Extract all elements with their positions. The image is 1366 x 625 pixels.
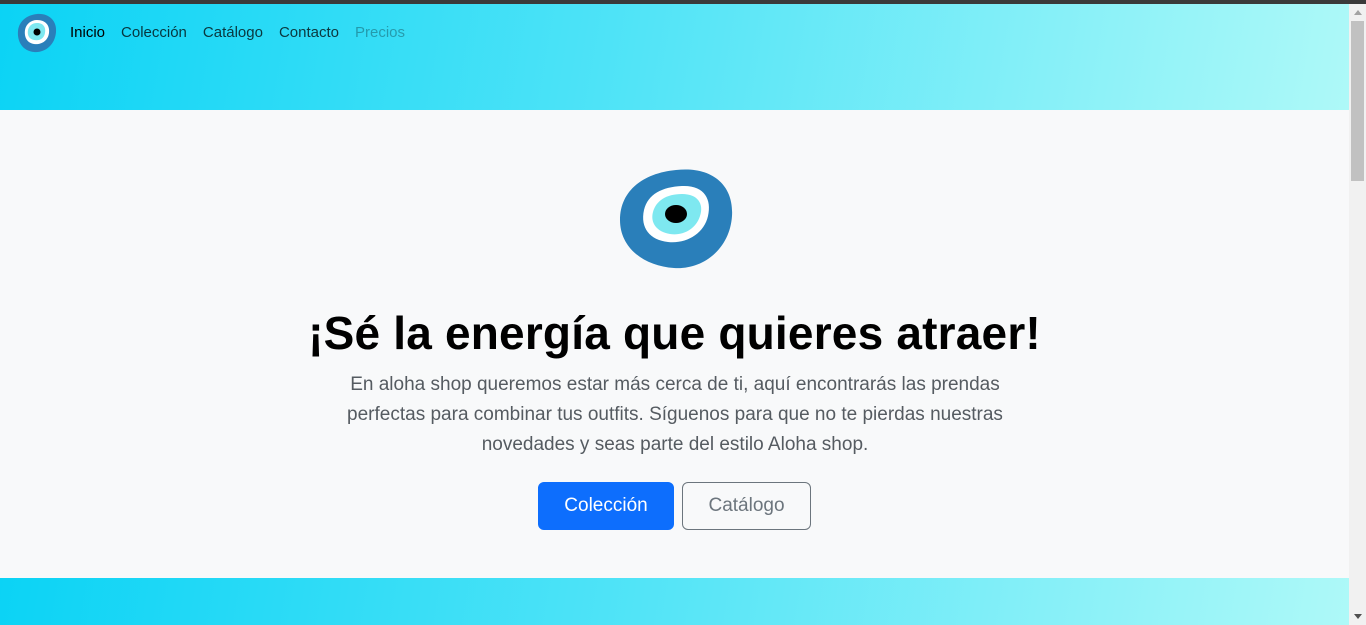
- nav-links: Inicio Colección Catálogo Contacto Preci…: [62, 24, 413, 41]
- navbar: Inicio Colección Catálogo Contacto Preci…: [0, 4, 1349, 110]
- evil-eye-icon: [616, 166, 736, 272]
- vertical-scrollbar[interactable]: [1349, 4, 1366, 625]
- coleccion-button[interactable]: Colección: [538, 482, 674, 530]
- hero-description: En aloha shop queremos estar más cerca d…: [347, 374, 1003, 455]
- nav-link-precios: Precios: [355, 24, 406, 41]
- next-section-band: [0, 578, 1349, 625]
- evil-eye-icon[interactable]: [16, 12, 58, 54]
- hero-title: ¡Sé la energía que quieres atraer!: [308, 307, 1041, 359]
- hero-buttons: Colección Catálogo: [538, 482, 811, 530]
- page: Inicio Colección Catálogo Contacto Preci…: [0, 0, 1366, 625]
- scroll-up-icon[interactable]: [1354, 10, 1362, 15]
- catalogo-button[interactable]: Catálogo: [682, 482, 811, 530]
- scroll-down-icon[interactable]: [1354, 614, 1362, 619]
- scroll-thumb[interactable]: [1351, 21, 1364, 181]
- nav-link-catalogo[interactable]: Catálogo: [195, 24, 271, 41]
- nav-link-contacto[interactable]: Contacto: [271, 24, 347, 41]
- hero-section: ¡Sé la energía que quieres atraer! En al…: [0, 110, 1349, 578]
- nav-link-coleccion[interactable]: Colección: [113, 24, 195, 41]
- nav-link-inicio[interactable]: Inicio: [62, 24, 113, 41]
